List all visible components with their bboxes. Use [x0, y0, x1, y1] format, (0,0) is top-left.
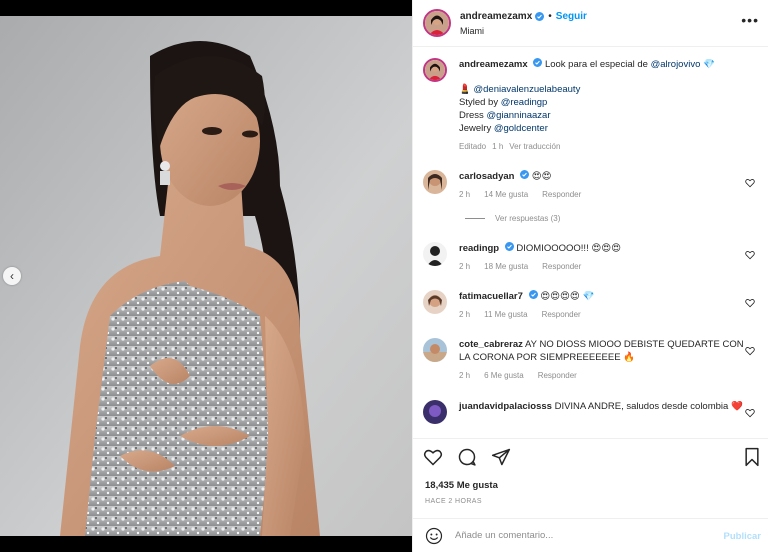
comment-avatar[interactable]: [423, 242, 447, 266]
replies-divider: [465, 218, 485, 219]
verified-icon: [504, 242, 514, 251]
comment-item: juandavidpalaciosss DIVINA ANDRE, saludo…: [423, 400, 759, 424]
comment-username[interactable]: fatimacuellar7: [459, 291, 523, 302]
view-replies-label: Ver respuestas (3): [495, 214, 561, 223]
portrait-image: [0, 16, 412, 536]
comment-avatar[interactable]: [423, 400, 447, 424]
comment-likes[interactable]: 6 Me gusta: [484, 369, 524, 382]
likes-count[interactable]: 18,435 Me gusta: [425, 480, 498, 491]
comment-text: 😍😍: [531, 171, 552, 182]
reply-button[interactable]: Responder: [542, 260, 581, 273]
reply-button[interactable]: Responder: [542, 308, 581, 321]
chevron-left-icon: ‹: [10, 269, 14, 283]
instagram-post-modal: ‹ andreamezamx • Seguir Miami ••• andrea…: [0, 0, 768, 552]
post-photo[interactable]: [0, 16, 412, 536]
more-options-icon[interactable]: •••: [741, 12, 759, 28]
verified-icon: [520, 170, 530, 179]
comment-avatar[interactable]: [423, 338, 447, 362]
edited-label: Editado: [459, 142, 487, 151]
comment-time: 2 h: [459, 190, 471, 199]
separator-dot: •: [548, 10, 552, 22]
comment-username[interactable]: carlosadyan: [459, 171, 514, 182]
comment-text: DIVINA ANDRE, saludos desde colombia ❤️: [554, 401, 743, 412]
caption-text: Look para el especial de: [544, 59, 651, 70]
caption-mention-stylist[interactable]: @readingp: [501, 97, 548, 108]
styled-by-label: Styled by: [459, 97, 501, 108]
share-icon[interactable]: [491, 447, 511, 467]
comment-time: 2 h: [459, 310, 471, 319]
caption-mention-makeup[interactable]: @deniavalenzuelabeauty: [473, 84, 580, 95]
caption-time: 1 h: [492, 142, 504, 151]
post-header: andreamezamx • Seguir Miami •••: [413, 0, 768, 47]
comment-input[interactable]: [455, 530, 705, 541]
comments-section: andreamezamx Look para el especial de @a…: [413, 48, 768, 438]
heart-icon[interactable]: [745, 298, 755, 308]
follow-button[interactable]: Seguir: [556, 11, 587, 22]
emoji-icon[interactable]: [425, 527, 443, 545]
verified-icon: [533, 58, 543, 67]
view-replies-button[interactable]: Ver respuestas (3): [465, 214, 560, 223]
posted-time[interactable]: HACE 2 HORAS: [425, 498, 482, 505]
reply-button[interactable]: Responder: [542, 188, 581, 201]
caption: andreamezamx Look para el especial de @a…: [423, 58, 759, 153]
comment-username[interactable]: cote_cabreraz: [459, 339, 523, 350]
bookmark-icon[interactable]: [743, 447, 761, 467]
verified-icon: [535, 11, 545, 21]
comment-avatar[interactable]: [423, 290, 447, 314]
post-actions: 18,435 Me gusta HACE 2 HORAS: [413, 438, 768, 518]
comment-likes[interactable]: 11 Me gusta: [484, 308, 527, 321]
comment-icon[interactable]: [457, 447, 477, 467]
comment-item: readingp DIOMIOOOOO!!! 😍😍😍 2 h 18 Me gus…: [423, 242, 759, 273]
post-location[interactable]: Miami: [460, 26, 587, 36]
heart-icon[interactable]: [745, 250, 755, 260]
author-username[interactable]: andreamezamx: [460, 11, 532, 22]
previous-image-button[interactable]: ‹: [3, 267, 21, 285]
comment-composer: Publicar: [413, 518, 768, 552]
comment-text: 😍😍😍😍 💎: [540, 291, 595, 302]
comment-avatar[interactable]: [423, 170, 447, 194]
translate-link[interactable]: Ver traducción: [509, 140, 560, 153]
lipstick-emoji: 💄: [459, 84, 471, 95]
comment-text: DIOMIOOOOO!!! 😍😍😍: [516, 243, 622, 254]
post-media: ‹: [0, 0, 412, 552]
comment-likes[interactable]: 18 Me gusta: [484, 260, 528, 273]
verified-icon: [528, 290, 538, 299]
comment-time: 2 h: [459, 262, 471, 271]
caption-avatar[interactable]: [423, 58, 447, 82]
reply-button[interactable]: Responder: [538, 369, 577, 382]
post-sidebar: andreamezamx • Seguir Miami ••• andreame…: [412, 0, 768, 552]
comment-time: 2 h: [459, 371, 471, 380]
publish-button[interactable]: Publicar: [724, 531, 762, 542]
comment-item: fatimacuellar7 😍😍😍😍 💎 2 h 11 Me gusta Re…: [423, 290, 759, 321]
heart-icon[interactable]: [745, 346, 755, 356]
dress-label: Dress: [459, 110, 487, 121]
heart-icon[interactable]: [745, 178, 755, 188]
caption-mention-jewelry[interactable]: @goldcenter: [494, 123, 548, 134]
caption-username[interactable]: andreamezamx: [459, 59, 528, 70]
comment-likes[interactable]: 14 Me gusta: [484, 188, 528, 201]
author-avatar[interactable]: [423, 9, 451, 37]
caption-mention-dress[interactable]: @gianninaazar: [486, 110, 550, 121]
heart-icon[interactable]: [745, 408, 755, 418]
gem-emoji: 💎: [703, 59, 715, 70]
comment-item: cote_cabreraz AY NO DIOSS MIOOO DEBISTE …: [423, 338, 759, 382]
jewelry-label: Jewelry: [459, 123, 494, 134]
comment-username[interactable]: juandavidpalaciosss: [459, 401, 552, 412]
comment-item: carlosadyan 😍😍 2 h 14 Me gusta Responder: [423, 170, 759, 201]
heart-icon[interactable]: [423, 447, 443, 467]
caption-mention-alrojovivo[interactable]: @alrojovivo: [651, 59, 701, 70]
comment-username[interactable]: readingp: [459, 243, 499, 254]
